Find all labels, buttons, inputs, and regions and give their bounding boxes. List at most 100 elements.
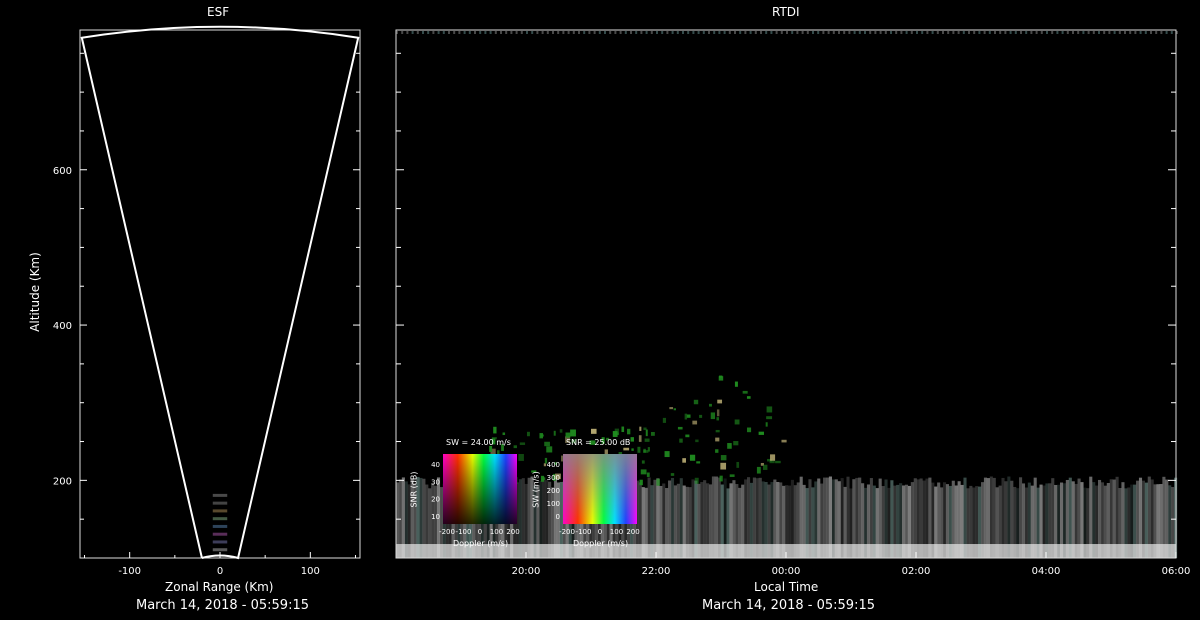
rtdi-plume-echo: [720, 455, 727, 461]
rtdi-plume-echo: [762, 464, 768, 470]
rtdi-xtick-label: 02:00: [902, 566, 931, 577]
esf-frame: [79, 29, 361, 559]
rtdi-noise: [453, 31, 456, 34]
rtdi-xtick-label: 20:00: [512, 566, 541, 577]
rtdi-plume-echo: [643, 448, 646, 453]
rtdi-xtick-label: 00:00: [772, 566, 801, 577]
rtdi-plume-echo: [715, 449, 719, 453]
rtdi-plume-echo: [559, 429, 563, 433]
rtdi-noise: [531, 31, 534, 34]
rtdi-noise: [832, 31, 835, 34]
rtdi-noise: [1056, 31, 1059, 34]
rtdi-noise: [702, 31, 705, 34]
rtdi-noise: [1124, 31, 1126, 34]
rtdi-noise: [588, 31, 591, 34]
esf-date: March 14, 2018 - 05:59:15: [136, 598, 309, 613]
esf-ytick-label: 400: [53, 321, 72, 332]
rtdi-noise: [1014, 31, 1017, 34]
rtdi-noise: [1035, 31, 1038, 34]
rtdi-plume-echo: [765, 422, 768, 427]
esf-ylabel: Altitude (Km): [27, 252, 42, 332]
rtdi-noise: [801, 31, 804, 34]
rtdi-noise: [952, 31, 955, 34]
rtdi-plume-echo: [710, 412, 716, 420]
rtdi-noise: [494, 31, 497, 34]
rtdi-plume-echo: [758, 431, 764, 435]
sw-legend-xlabel: Doppler (m/s): [453, 539, 509, 548]
rtdi-noise: [562, 31, 565, 34]
esf-xtick-label: -100: [118, 566, 141, 577]
rtdi-noise: [474, 31, 476, 34]
rtdi-plume-echo: [682, 458, 686, 463]
esf-echo: [212, 517, 228, 521]
sw-legend-shade: [443, 454, 517, 524]
rtdi-noise: [489, 31, 492, 34]
rtdi-noise: [609, 31, 612, 34]
rtdi-noise: [1113, 31, 1116, 34]
rtdi-noise: [1004, 31, 1007, 34]
rtdi-noise: [697, 31, 700, 34]
rtdi-plume-echo: [769, 460, 775, 464]
rtdi-noise: [604, 31, 606, 34]
rtdi-plume-echo: [565, 432, 571, 438]
rtdi-plume-echo: [717, 399, 723, 404]
rtdi-noise: [780, 31, 783, 34]
esf-ytick-label: 600: [53, 166, 72, 177]
esf-xtick-label: 100: [301, 566, 320, 577]
rtdi-plume-echo: [493, 426, 497, 434]
rtdi-noise: [916, 31, 918, 34]
rtdi-plume-echo: [720, 462, 727, 470]
rtdi-noise: [754, 31, 757, 34]
rtdi-plume-echo: [670, 473, 675, 476]
rtdi-noise: [406, 31, 409, 34]
rtdi-noise: [921, 31, 924, 34]
rtdi-plume-echo: [630, 437, 634, 442]
esf-echo: [212, 493, 228, 497]
rtdi-plume-echo: [640, 469, 647, 475]
rtdi-noise: [1108, 31, 1111, 34]
rtdi-noise: [978, 31, 981, 34]
rtdi-plume-echo: [669, 407, 674, 410]
rtdi-noise: [1082, 31, 1085, 34]
rtdi-plume-echo: [695, 439, 699, 443]
rtdi-noise: [422, 31, 424, 34]
rtdi-noise: [630, 31, 632, 34]
rtdi-plume-echo: [719, 475, 723, 482]
rtdi-noise: [994, 31, 996, 34]
rtdi-noise: [416, 31, 419, 34]
rtdi-plume-echo: [662, 417, 667, 423]
rtdi-noise: [500, 31, 502, 34]
rtdi-plume-echo: [664, 451, 670, 458]
rtdi-noise: [656, 31, 658, 34]
sw-legend-xtick-label: 0: [478, 528, 482, 536]
sw-legend-ytick-label: 30: [431, 478, 440, 486]
rtdi-noise: [687, 31, 690, 34]
rtdi-noise: [676, 31, 679, 34]
rtdi-noise: [973, 31, 976, 34]
rtdi-noise: [505, 31, 508, 34]
rtdi-plume-echo: [699, 414, 703, 418]
rtdi-noise: [822, 31, 825, 34]
rtdi-noise: [645, 31, 648, 34]
rtdi-plume-echo: [553, 430, 556, 436]
rtdi-noise: [1020, 31, 1022, 34]
rtdi-plume-echo: [781, 439, 787, 443]
rtdi-noise: [770, 31, 773, 34]
esf-xlabel: Zonal Range (Km): [165, 580, 274, 594]
rtdi-noise: [936, 31, 939, 34]
rtdi-noise: [1009, 31, 1012, 34]
rtdi-plume-echo: [685, 434, 690, 438]
rtdi-noise: [905, 31, 908, 34]
rtdi-noise: [1092, 31, 1095, 34]
rtdi-noise: [614, 31, 617, 34]
rtdi-plume-echo: [513, 445, 517, 449]
rtdi-noise: [682, 31, 684, 34]
rtdi-noise: [843, 31, 846, 34]
rtdi-noise: [739, 31, 742, 34]
rtdi-noise: [448, 31, 450, 34]
rtdi-plume-echo: [621, 426, 625, 433]
snr-legend-ytick-label: 300: [547, 474, 560, 482]
rtdi-noise: [1160, 31, 1163, 34]
rtdi-plume-echo: [646, 472, 650, 477]
rtdi-noise: [1072, 31, 1074, 34]
